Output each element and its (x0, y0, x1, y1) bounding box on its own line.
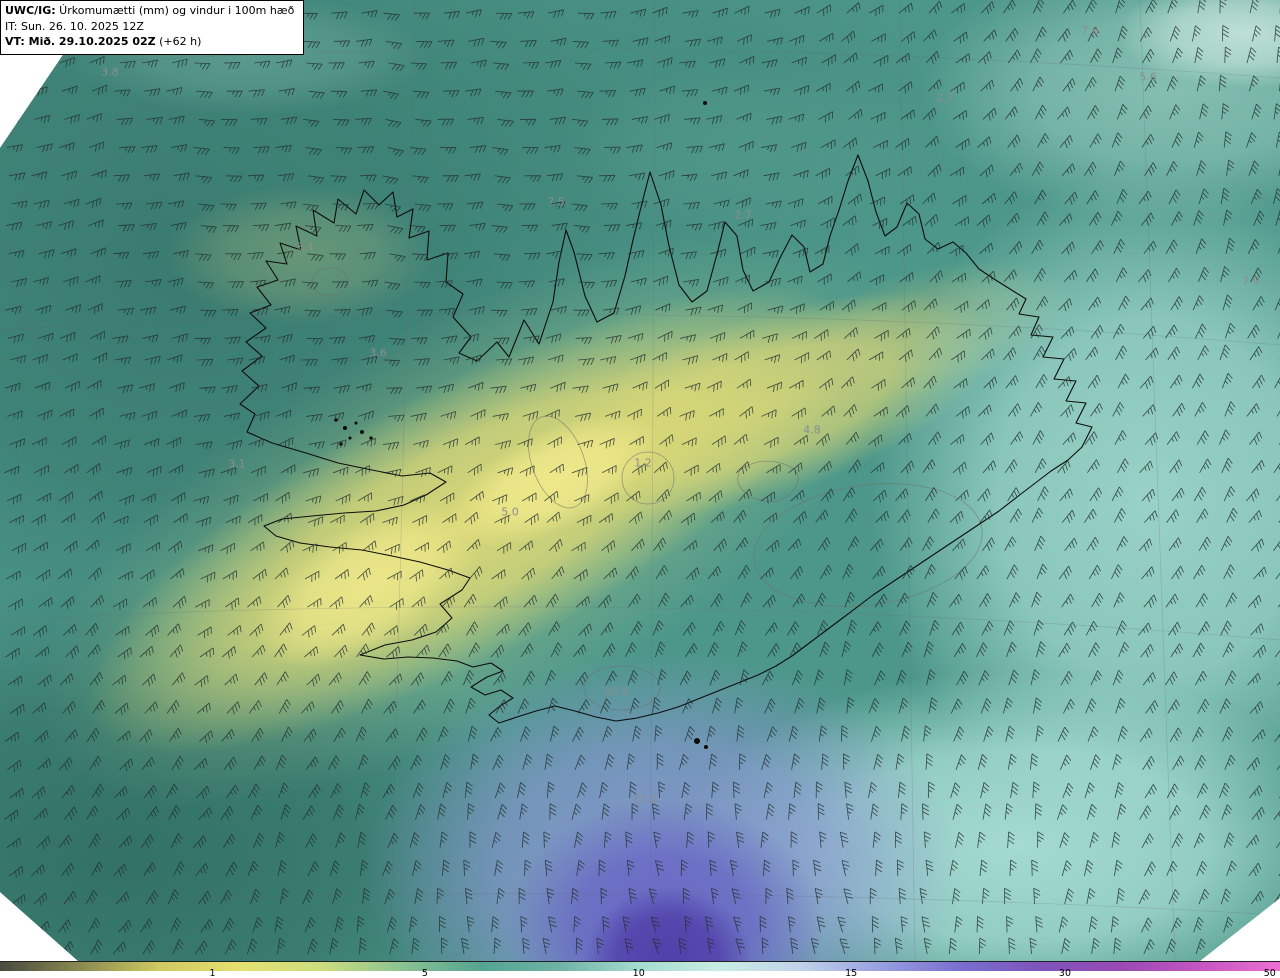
colorbar-tick: 50 (1263, 968, 1276, 978)
info-box: UWC/IG: Úrkomumætti (mm) og vindur i 100… (0, 0, 305, 55)
colorbar-tick: 30 (1058, 968, 1071, 978)
valid-time-line: VT: Mið. 29.10.2025 02Z (+62 h) (5, 34, 294, 50)
valid-offset: (+62 h) (155, 35, 202, 48)
colorbar-wrap: 1 5 10 15 30 50 (0, 961, 1280, 978)
valid-time: VT: Mið. 29.10.2025 02Z (5, 35, 156, 48)
colorbar-tick: 1 (209, 968, 216, 978)
model-name: UWC/IG: (5, 4, 56, 17)
product-title: Úrkomumætti (mm) og vindur i 100m hæð (55, 4, 295, 17)
weather-map-page: 3.8 7.6 5.6 2.7 7.5 2.7 3.4 7.9 3.6 4.8 3.1 1.2 5.0 5… (0, 0, 1280, 978)
colorbar-tick: 15 (845, 968, 858, 978)
init-time-line: IT: Sun. 26. 10. 2025 12Z (5, 19, 144, 33)
colorbar-tick: 5 (421, 968, 428, 978)
model-title-line: UWC/IG: Úrkomumætti (mm) og vindur i 100… (5, 3, 294, 19)
precipitation-wind-map (0, 0, 1280, 961)
colorbar-tick: 10 (632, 968, 645, 978)
